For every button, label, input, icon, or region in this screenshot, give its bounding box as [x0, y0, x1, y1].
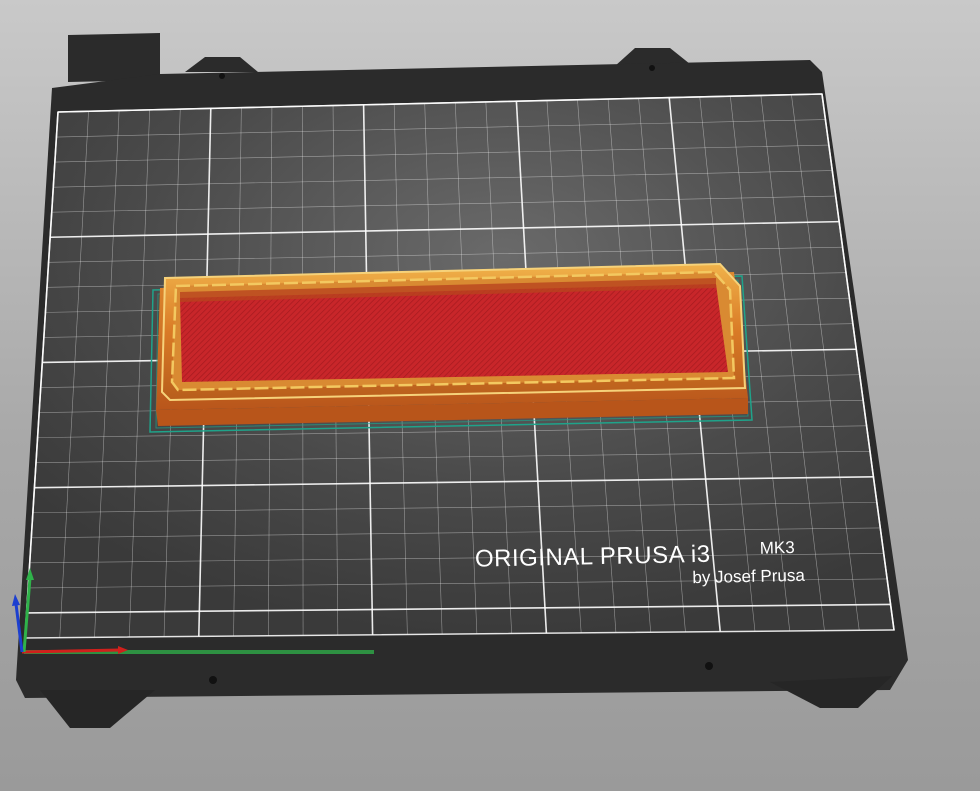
bed-logo-byline: by Josef Prusa — [692, 566, 805, 587]
3d-preview-viewport[interactable]: ORIGINAL PRUSA i3 MK3 by Josef Prusa — [0, 0, 980, 791]
bed-logo-model: MK3 — [760, 538, 795, 558]
sliced-model — [156, 262, 748, 426]
bed-logo-title: ORIGINAL PRUSA i3 — [475, 541, 711, 573]
build-plate-scene: ORIGINAL PRUSA i3 MK3 by Josef Prusa — [12, 33, 908, 728]
